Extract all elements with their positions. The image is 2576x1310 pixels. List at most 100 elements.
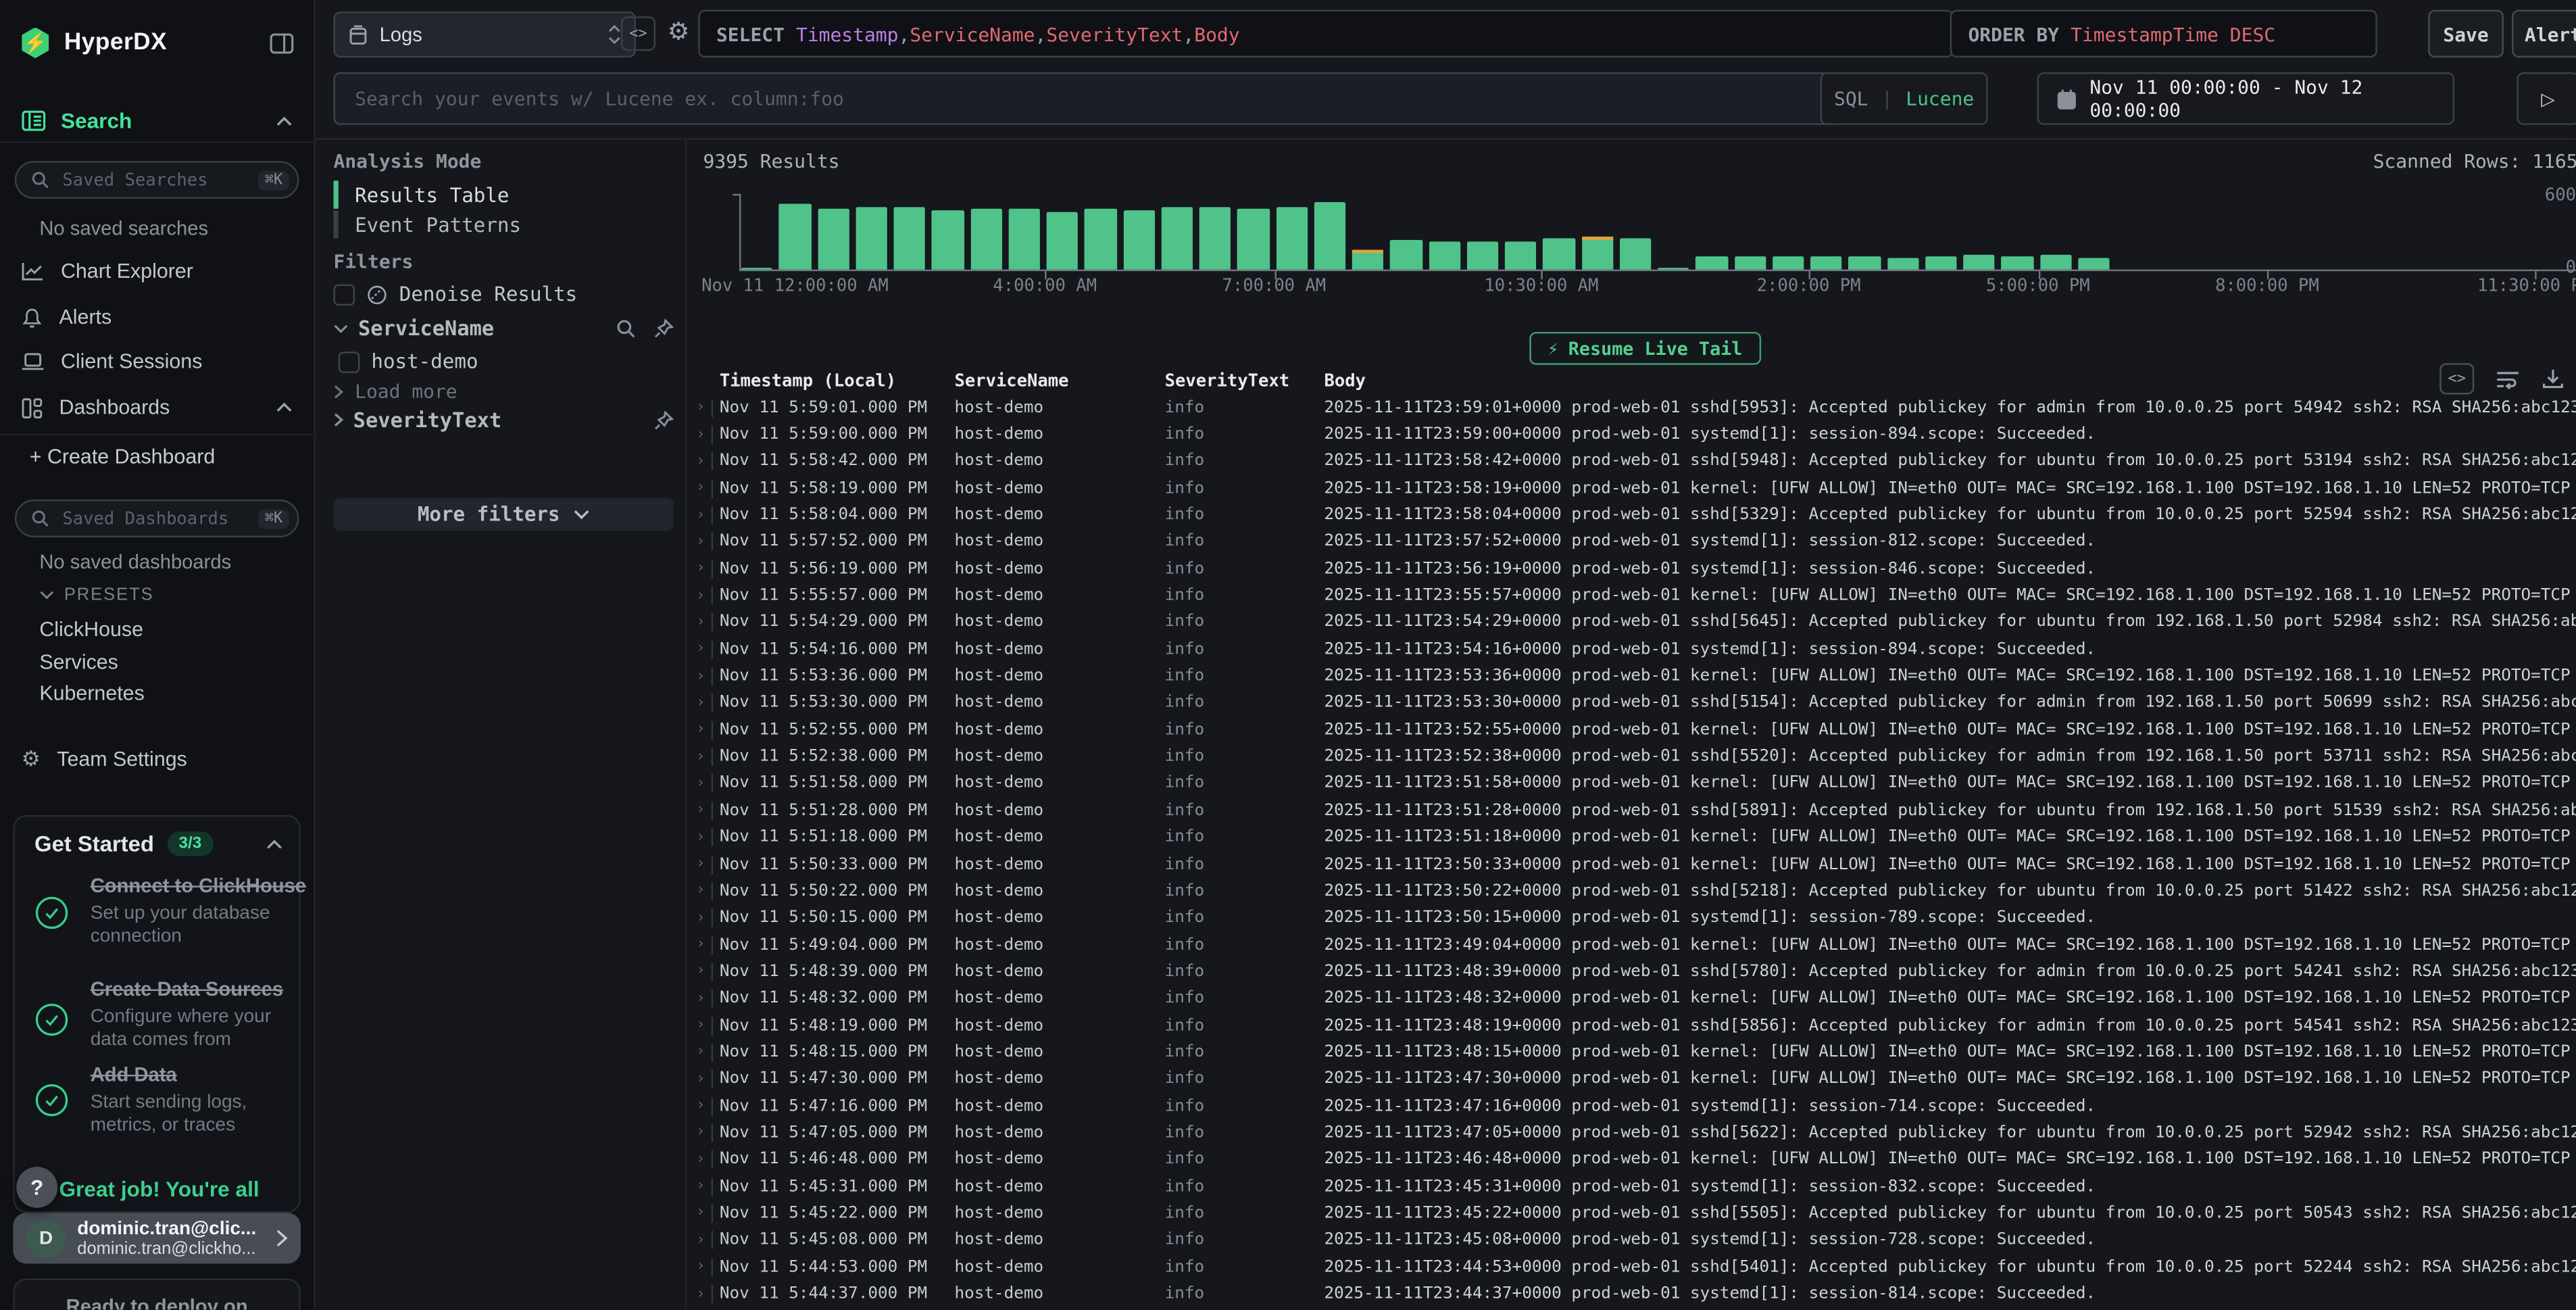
log-row[interactable]: ›Nov 11 5:44:37.000 PMhost-demoinfo2025-… xyxy=(690,1281,2576,1308)
gear-icon[interactable]: ⚙ xyxy=(662,13,695,49)
log-row[interactable]: ›Nov 11 5:48:39.000 PMhost-demoinfo2025-… xyxy=(690,959,2576,986)
log-row[interactable]: ›Nov 11 5:58:42.000 PMhost-demoinfo2025-… xyxy=(690,448,2576,475)
denoise-results-checkbox[interactable]: Denoise Results xyxy=(334,283,578,306)
order-by-input[interactable]: ORDER BY TimestampTime DESC xyxy=(1950,10,2377,58)
row-expand-chevron[interactable]: › xyxy=(690,669,712,685)
get-started-step[interactable]: Add Data Start sending logs, metrics, or… xyxy=(31,1065,286,1136)
results-histogram[interactable]: 600 0 xyxy=(690,172,2576,295)
row-expand-chevron[interactable]: › xyxy=(690,749,712,765)
filter-value-label[interactable]: host-demo xyxy=(371,350,478,373)
log-row[interactable]: ›Nov 11 5:47:16.000 PMhost-demoinfo2025-… xyxy=(690,1093,2576,1120)
log-row[interactable]: ›Nov 11 5:59:01.000 PMhost-demoinfo2025-… xyxy=(690,394,2576,421)
language-lucene[interactable]: Lucene xyxy=(1906,87,1974,110)
row-expand-chevron[interactable]: › xyxy=(690,614,712,631)
log-row[interactable]: ›Nov 11 5:49:04.000 PMhost-demoinfo2025-… xyxy=(690,931,2576,959)
row-expand-chevron[interactable]: › xyxy=(690,1259,712,1276)
log-row[interactable]: ›Nov 11 5:58:04.000 PMhost-demoinfo2025-… xyxy=(690,502,2576,529)
get-started-step[interactable]: Create Data Sources Configure where your… xyxy=(31,979,286,1051)
log-table[interactable]: ›Nov 11 5:59:01.000 PMhost-demoinfo2025-… xyxy=(690,394,2576,1309)
preset-services[interactable]: Services xyxy=(39,650,118,673)
row-expand-chevron[interactable]: › xyxy=(690,454,712,470)
row-expand-chevron[interactable]: › xyxy=(690,1286,712,1302)
log-row[interactable]: ›Nov 11 5:56:19.000 PMhost-demoinfo2025-… xyxy=(690,556,2576,583)
log-row[interactable]: ›Nov 11 5:50:22.000 PMhost-demoinfo2025-… xyxy=(690,878,2576,905)
sidebar-item-client-sessions[interactable]: Client Sessions xyxy=(0,347,314,377)
sidebar-item-alerts[interactable]: Alerts xyxy=(0,302,314,332)
more-filters-button[interactable]: More filters xyxy=(334,498,674,531)
log-row[interactable]: ›Nov 11 5:44:53.000 PMhost-demoinfo2025-… xyxy=(690,1254,2576,1281)
row-expand-chevron[interactable]: › xyxy=(690,1205,712,1221)
log-row[interactable]: ›Nov 11 5:51:18.000 PMhost-demoinfo2025-… xyxy=(690,824,2576,851)
log-row[interactable]: ›Nov 11 5:57:52.000 PMhost-demoinfo2025-… xyxy=(690,529,2576,556)
language-sql[interactable]: SQL xyxy=(1834,87,1868,110)
help-button[interactable]: ? xyxy=(16,1167,57,1208)
select-columns-input[interactable]: SELECT Timestamp,ServiceName,SeverityTex… xyxy=(698,10,1953,58)
log-row[interactable]: ›Nov 11 5:48:19.000 PMhost-demoinfo2025-… xyxy=(690,1012,2576,1039)
row-expand-chevron[interactable]: › xyxy=(690,722,712,738)
log-row[interactable]: ›Nov 11 5:52:55.000 PMhost-demoinfo2025-… xyxy=(690,717,2576,744)
saved-searches-input[interactable]: ⌘K xyxy=(15,161,299,199)
log-row[interactable]: ›Nov 11 5:58:19.000 PMhost-demoinfo2025-… xyxy=(690,475,2576,502)
col-header-body[interactable]: Body xyxy=(1324,370,2575,392)
row-expand-chevron[interactable]: › xyxy=(690,1152,712,1168)
row-expand-chevron[interactable]: › xyxy=(690,1098,712,1114)
preset-clickhouse[interactable]: ClickHouse xyxy=(39,618,143,641)
log-row[interactable]: ›Nov 11 5:50:15.000 PMhost-demoinfo2025-… xyxy=(690,904,2576,931)
preset-kubernetes[interactable]: Kubernetes xyxy=(39,682,144,705)
sql-editor-icon[interactable]: <> xyxy=(621,16,655,51)
save-button[interactable]: Save xyxy=(2428,10,2504,58)
checkbox[interactable] xyxy=(339,351,360,372)
row-expand-chevron[interactable]: › xyxy=(690,883,712,899)
row-expand-chevron[interactable]: › xyxy=(690,695,712,711)
log-row[interactable]: ›Nov 11 5:55:57.000 PMhost-demoinfo2025-… xyxy=(690,583,2576,610)
sidebar-item-team-settings[interactable]: ⚙ Team Settings xyxy=(0,744,314,774)
row-expand-chevron[interactable]: › xyxy=(690,1178,712,1194)
row-expand-chevron[interactable]: › xyxy=(690,802,712,819)
log-row[interactable]: ›Nov 11 5:47:30.000 PMhost-demoinfo2025-… xyxy=(690,1066,2576,1093)
log-row[interactable]: ›Nov 11 5:54:29.000 PMhost-demoinfo2025-… xyxy=(690,609,2576,636)
row-expand-chevron[interactable]: › xyxy=(690,1017,712,1034)
presets-group-header[interactable]: PRESETS xyxy=(39,585,153,604)
sidebar-collapse-icon[interactable] xyxy=(270,32,294,53)
log-row[interactable]: ›Nov 11 5:50:33.000 PMhost-demoinfo2025-… xyxy=(690,851,2576,878)
run-query-button[interactable]: ▷ xyxy=(2517,72,2576,125)
create-dashboard-button[interactable]: + Create Dashboard xyxy=(0,442,314,472)
col-header-severitytext[interactable]: SeverityText xyxy=(1165,370,1324,392)
saved-dashboards-field[interactable] xyxy=(59,507,249,530)
col-header-servicename[interactable]: ServiceName xyxy=(954,370,1164,392)
sidebar-item-chart-explorer[interactable]: Chart Explorer xyxy=(0,256,314,286)
checkbox[interactable] xyxy=(334,283,355,305)
deploy-note-card[interactable]: Ready to deploy on xyxy=(13,1278,300,1309)
log-row[interactable]: ›Nov 11 5:47:05.000 PMhost-demoinfo2025-… xyxy=(690,1119,2576,1146)
log-row[interactable]: ›Nov 11 5:52:38.000 PMhost-demoinfo2025-… xyxy=(690,744,2576,771)
log-row[interactable]: ›Nov 11 5:46:48.000 PMhost-demoinfo2025-… xyxy=(690,1146,2576,1173)
log-row[interactable]: ›Nov 11 5:54:16.000 PMhost-demoinfo2025-… xyxy=(690,636,2576,663)
mode-event-patterns[interactable]: Event Patterns xyxy=(334,210,522,238)
log-row[interactable]: ›Nov 11 5:51:28.000 PMhost-demoinfo2025-… xyxy=(690,797,2576,824)
saved-dashboards-input[interactable]: ⌘K xyxy=(15,500,299,537)
row-expand-chevron[interactable]: › xyxy=(690,964,712,980)
row-expand-chevron[interactable]: › xyxy=(690,937,712,953)
row-expand-chevron[interactable]: › xyxy=(690,587,712,604)
saved-searches-field[interactable] xyxy=(59,168,249,191)
log-row[interactable]: ›Nov 11 5:48:32.000 PMhost-demoinfo2025-… xyxy=(690,986,2576,1013)
pin-icon[interactable] xyxy=(654,318,674,337)
log-row[interactable]: ›Nov 11 5:45:08.000 PMhost-demoinfo2025-… xyxy=(690,1227,2576,1254)
chevron-up-icon[interactable] xyxy=(266,839,282,849)
source-select[interactable]: Logs xyxy=(334,11,636,57)
chevron-up-icon[interactable] xyxy=(276,116,292,126)
row-expand-chevron[interactable]: › xyxy=(690,1044,712,1061)
resume-live-tail-button[interactable]: ⚡ Resume Live Tail xyxy=(1529,332,1760,365)
load-more-button[interactable]: Load more xyxy=(334,380,457,403)
log-row[interactable]: ›Nov 11 5:48:15.000 PMhost-demoinfo2025-… xyxy=(690,1039,2576,1066)
row-expand-chevron[interactable]: › xyxy=(690,480,712,496)
mode-results-table[interactable]: Results Table xyxy=(334,180,510,208)
user-menu[interactable]: D dominic.tran@clic... dominic.tran@clic… xyxy=(13,1213,300,1263)
col-header-timestamp[interactable]: Timestamp (Local) xyxy=(720,370,955,392)
sidebar-item-search[interactable]: Search xyxy=(0,107,314,135)
event-search-input[interactable] xyxy=(334,72,1846,125)
row-expand-chevron[interactable]: › xyxy=(690,561,712,577)
search-icon[interactable] xyxy=(616,318,636,337)
row-expand-chevron[interactable]: › xyxy=(690,641,712,658)
row-expand-chevron[interactable]: › xyxy=(690,990,712,1006)
